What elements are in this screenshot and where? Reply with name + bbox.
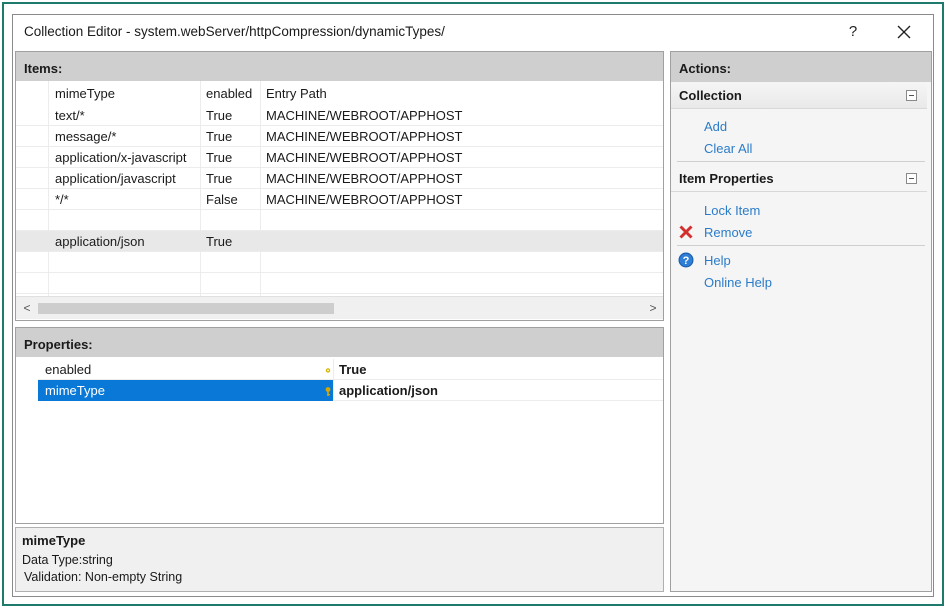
collapse-collection-icon[interactable]: [906, 90, 917, 101]
modified-icon: [323, 364, 333, 375]
cell-mimetype: application/x-javascript: [55, 150, 187, 165]
description-data-type: Data Type:string: [22, 553, 113, 567]
cell-entry-path: MACHINE/WEBROOT/APPHOST: [266, 129, 463, 144]
separator: [677, 245, 925, 246]
cell-entry-path: MACHINE/WEBROOT/APPHOST: [266, 192, 463, 207]
description-title: mimeType: [22, 533, 86, 548]
table-row-empty[interactable]: [16, 273, 663, 294]
svg-text:?: ?: [683, 255, 690, 267]
scrollbar-thumb[interactable]: [38, 303, 334, 314]
section-item-properties-title: Item Properties: [679, 171, 774, 186]
cell-enabled: True: [206, 171, 233, 186]
cell-enabled: True: [206, 129, 233, 144]
table-row[interactable]: */* False MACHINE/WEBROOT/APPHOST: [16, 189, 663, 210]
items-header: Items:: [16, 52, 663, 81]
table-row[interactable]: application/javascript True MACHINE/WEBR…: [16, 168, 663, 189]
column-header-enabled[interactable]: enabled: [206, 83, 252, 104]
property-value[interactable]: application/json: [339, 380, 438, 401]
collapse-item-properties-icon[interactable]: [906, 173, 917, 184]
collection-editor-dialog: Collection Editor - system.webServer/htt…: [12, 14, 934, 597]
properties-panel: Properties: enabled True mimeType applic…: [15, 327, 664, 524]
cell-mimetype: application/javascript: [55, 171, 176, 186]
add-link[interactable]: Add: [704, 119, 727, 134]
column-header-entry-path[interactable]: Entry Path: [266, 83, 327, 104]
cell-mimetype: application/json: [55, 234, 145, 249]
key-icon: [323, 385, 333, 396]
scroll-left-icon[interactable]: <: [20, 301, 34, 315]
cell-entry-path: MACHINE/WEBROOT/APPHOST: [266, 171, 463, 186]
close-icon: [897, 25, 911, 39]
property-row-mimetype[interactable]: mimeType application/json: [16, 380, 663, 401]
separator: [677, 161, 925, 162]
row-gutter: [16, 359, 38, 380]
section-collection[interactable]: Collection: [671, 83, 927, 109]
actions-panel: Actions: Collection Add Clear All Item P…: [670, 51, 932, 592]
cell-enabled: True: [206, 108, 233, 123]
lock-item-link[interactable]: Lock Item: [704, 203, 760, 218]
online-help-link[interactable]: Online Help: [704, 275, 772, 290]
close-button[interactable]: [891, 19, 917, 45]
window-title: Collection Editor - system.webServer/htt…: [24, 24, 445, 39]
table-row[interactable]: [16, 210, 663, 231]
remove-icon[interactable]: [678, 224, 694, 240]
help-icon[interactable]: ?: [678, 252, 694, 268]
cell-enabled: True: [206, 234, 233, 249]
property-value[interactable]: True: [339, 359, 366, 380]
grid-header-row: mimeType enabled Entry Path: [16, 83, 663, 104]
table-row[interactable]: message/* True MACHINE/WEBROOT/APPHOST: [16, 126, 663, 147]
table-row-selected[interactable]: application/json True: [16, 231, 663, 252]
title-bar: Collection Editor - system.webServer/htt…: [13, 15, 933, 51]
column-divider: [333, 380, 334, 401]
description-validation: Validation: Non-empty String: [24, 570, 183, 584]
help-link[interactable]: Help: [704, 253, 731, 268]
table-row[interactable]: text/* True MACHINE/WEBROOT/APPHOST: [16, 105, 663, 126]
column-divider: [333, 359, 334, 380]
items-grid: mimeType enabled Entry Path text/* True …: [16, 81, 663, 296]
property-name: enabled: [45, 362, 92, 377]
properties-header: Properties:: [16, 328, 663, 357]
property-row-enabled[interactable]: enabled True: [16, 359, 663, 380]
cell-enabled: True: [206, 150, 233, 165]
cell-entry-path: MACHINE/WEBROOT/APPHOST: [266, 108, 463, 123]
table-row[interactable]: application/x-javascript True MACHINE/WE…: [16, 147, 663, 168]
remove-link[interactable]: Remove: [704, 225, 752, 240]
section-item-properties[interactable]: Item Properties: [671, 166, 927, 192]
row-gutter: [16, 380, 38, 401]
actions-header: Actions:: [671, 52, 931, 82]
help-button[interactable]: ?: [841, 19, 865, 45]
items-panel: Items: mimeType enabled Entry Path text/…: [15, 51, 664, 321]
section-collection-title: Collection: [679, 88, 742, 103]
scroll-right-icon[interactable]: >: [646, 301, 660, 315]
cell-mimetype: */*: [55, 192, 69, 207]
cell-entry-path: MACHINE/WEBROOT/APPHOST: [266, 150, 463, 165]
clear-all-link[interactable]: Clear All: [704, 141, 752, 156]
property-name-selected: mimeType: [38, 380, 333, 401]
cell-mimetype: message/*: [55, 129, 117, 144]
cell-enabled: False: [206, 192, 238, 207]
column-header-mimetype[interactable]: mimeType: [55, 83, 115, 104]
horizontal-scrollbar[interactable]: < >: [16, 296, 663, 319]
cell-mimetype: text/*: [55, 108, 85, 123]
description-panel: mimeType Data Type:string Validation: No…: [15, 527, 664, 592]
table-row-empty[interactable]: [16, 252, 663, 273]
